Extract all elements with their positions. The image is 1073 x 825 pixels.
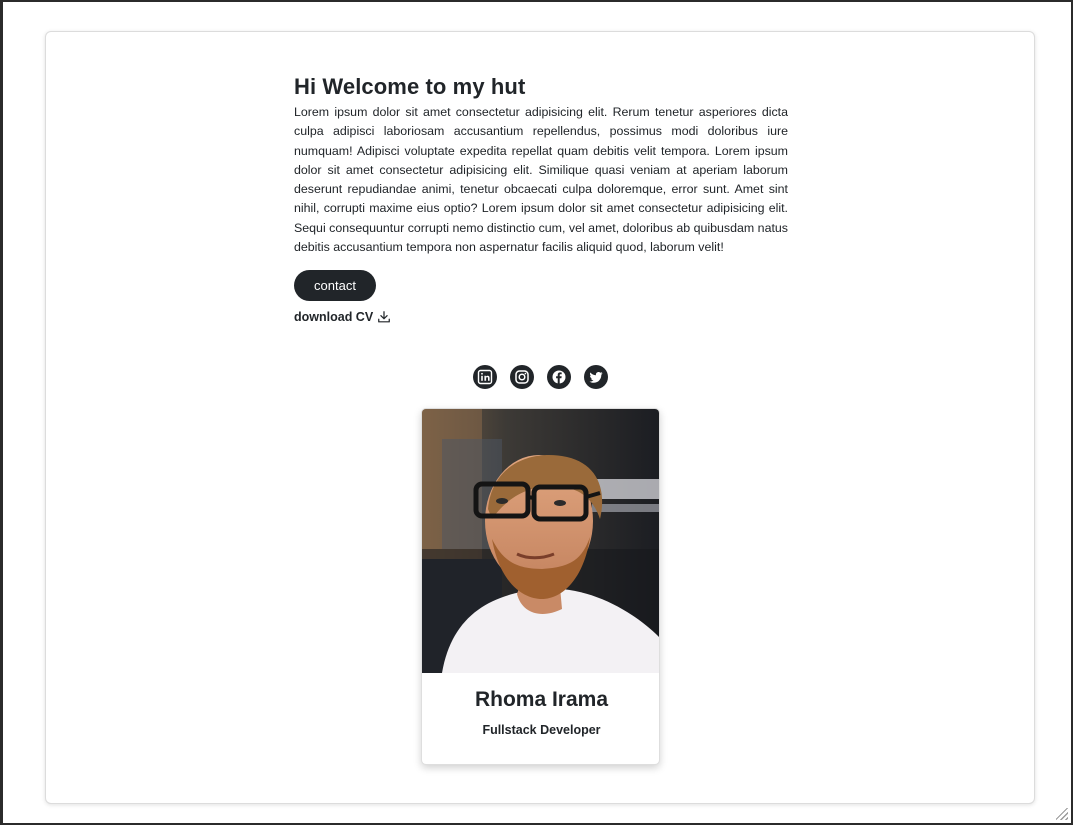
hero-section: Hi Welcome to my hut Lorem ipsum dolor s…	[294, 73, 788, 324]
profile-name: Rhoma Irama	[474, 688, 609, 711]
browser-window: Hi Welcome to my hut Lorem ipsum dolor s…	[0, 0, 1073, 825]
contact-button[interactable]: contact	[294, 270, 376, 302]
profile-role: Fullstack Developer	[482, 723, 601, 737]
facebook-icon[interactable]	[547, 365, 571, 389]
social-links	[473, 365, 608, 389]
hero-paragraph: Lorem ipsum dolor sit amet consectetur a…	[294, 105, 788, 255]
linkedin-icon[interactable]	[473, 365, 497, 389]
download-cv-label: download CV	[294, 310, 374, 325]
profile-card: Rhoma Irama Fullstack Developer	[421, 408, 660, 765]
download-icon	[378, 311, 391, 323]
profile-photo	[422, 409, 659, 673]
twitter-icon[interactable]	[584, 365, 608, 389]
instagram-icon[interactable]	[510, 365, 534, 389]
hero-title: Hi Welcome to my hut	[294, 74, 526, 99]
resize-grip[interactable]	[1056, 808, 1068, 820]
download-cv-link[interactable]: download CV	[294, 310, 788, 324]
